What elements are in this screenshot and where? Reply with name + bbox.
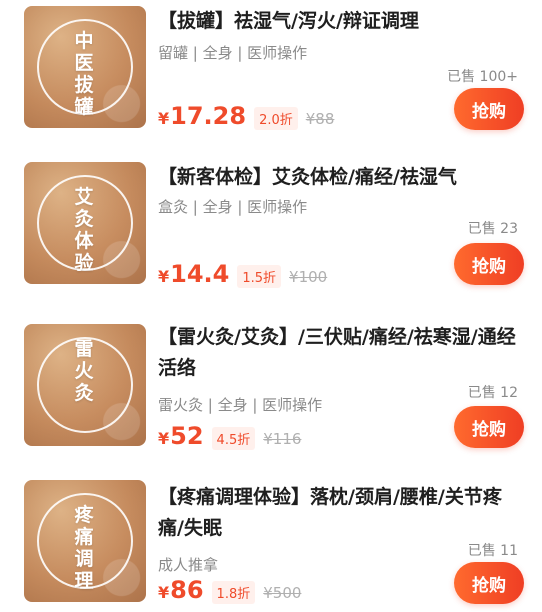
product-image[interactable]: 中医拔罐 — [24, 6, 146, 128]
buy-button[interactable]: 抢购 — [454, 88, 524, 130]
original-price: ¥116 — [263, 430, 302, 448]
product-card[interactable]: 疼痛调理 【疼痛调理体验】落枕/颈肩/腰椎/关节疼痛/失眠 成人推拿 已售 11… — [0, 468, 542, 612]
sold-count: 已售 12 — [467, 385, 518, 401]
product-title[interactable]: 【雷火灸/艾灸】/三伏贴/痛经/祛寒湿/通经活络 — [158, 322, 524, 384]
buy-button[interactable]: 抢购 — [454, 406, 524, 448]
product-info: 【雷火灸/艾灸】/三伏贴/痛经/祛寒湿/通经活络 雷火灸 | 全身 | 医师操作… — [158, 308, 524, 468]
buy-button[interactable]: 抢购 — [454, 243, 524, 285]
product-tags: 成人推拿 — [158, 556, 219, 574]
product-image[interactable]: 疼痛调理 — [24, 480, 146, 602]
currency-symbol: ¥ — [158, 267, 170, 286]
price-row: ¥14.4 1.5折 ¥100 — [158, 260, 327, 288]
price-value: 52 — [170, 422, 204, 450]
currency-symbol: ¥ — [158, 109, 170, 128]
original-price: ¥88 — [305, 110, 335, 128]
sale-price: ¥14.4 — [158, 260, 229, 288]
sold-count: 已售 100+ — [447, 69, 518, 85]
product-list: 中医拔罐 【拔罐】祛湿气/泻火/辩证调理 留罐 | 全身 | 医师操作 已售 1… — [0, 0, 542, 612]
sale-price: ¥17.28 — [158, 102, 246, 130]
image-title: 中医拔罐 — [74, 30, 96, 118]
price-row: ¥86 1.8折 ¥500 — [158, 576, 301, 604]
image-title: 疼痛调理 — [74, 504, 96, 592]
product-tags: 盒灸 | 全身 | 医师操作 — [158, 198, 308, 216]
currency-symbol: ¥ — [158, 429, 170, 448]
buy-button[interactable]: 抢购 — [454, 562, 524, 604]
price-row: ¥52 4.5折 ¥116 — [158, 422, 301, 450]
sold-count: 已售 23 — [467, 221, 518, 237]
product-tags: 留罐 | 全身 | 医师操作 — [158, 44, 308, 62]
product-info: 【新客体检】艾灸体检/痛经/祛湿气 盒灸 | 全身 | 医师操作 已售 23 ¥… — [158, 148, 524, 308]
price-value: 17.28 — [170, 102, 247, 130]
currency-symbol: ¥ — [158, 583, 170, 602]
sale-price: ¥86 — [158, 576, 204, 604]
discount-badge: 4.5折 — [211, 427, 256, 450]
original-price: ¥500 — [263, 584, 302, 602]
price-value: 86 — [170, 576, 204, 604]
product-title[interactable]: 【疼痛调理体验】落枕/颈肩/腰椎/关节疼痛/失眠 — [158, 482, 524, 544]
image-title: 艾灸体验 — [74, 186, 96, 274]
product-info: 【拔罐】祛湿气/泻火/辩证调理 留罐 | 全身 | 医师操作 已售 100+ ¥… — [158, 0, 524, 148]
original-price: ¥100 — [289, 268, 328, 286]
product-title[interactable]: 【拔罐】祛湿气/泻火/辩证调理 — [158, 6, 524, 37]
product-title[interactable]: 【新客体检】艾灸体检/痛经/祛湿气 — [158, 162, 524, 193]
product-info: 【疼痛调理体验】落枕/颈肩/腰椎/关节疼痛/失眠 成人推拿 已售 11 ¥86 … — [158, 468, 524, 612]
product-image[interactable]: 艾灸体验 — [24, 162, 146, 284]
discount-badge: 1.8折 — [211, 581, 256, 604]
discount-badge: 1.5折 — [237, 265, 282, 288]
sale-price: ¥52 — [158, 422, 204, 450]
price-row: ¥17.28 2.0折 ¥88 — [158, 102, 334, 130]
image-title: 雷火灸 — [74, 338, 96, 404]
product-card[interactable]: 中医拔罐 【拔罐】祛湿气/泻火/辩证调理 留罐 | 全身 | 医师操作 已售 1… — [0, 0, 542, 148]
sold-count: 已售 11 — [467, 543, 518, 559]
discount-badge: 2.0折 — [254, 107, 298, 130]
product-image[interactable]: 雷火灸 — [24, 324, 146, 446]
product-tags: 雷火灸 | 全身 | 医师操作 — [158, 396, 323, 414]
product-card[interactable]: 雷火灸 【雷火灸/艾灸】/三伏贴/痛经/祛寒湿/通经活络 雷火灸 | 全身 | … — [0, 308, 542, 468]
product-card[interactable]: 艾灸体验 【新客体检】艾灸体检/痛经/祛湿气 盒灸 | 全身 | 医师操作 已售… — [0, 148, 542, 308]
price-value: 14.4 — [170, 260, 230, 288]
